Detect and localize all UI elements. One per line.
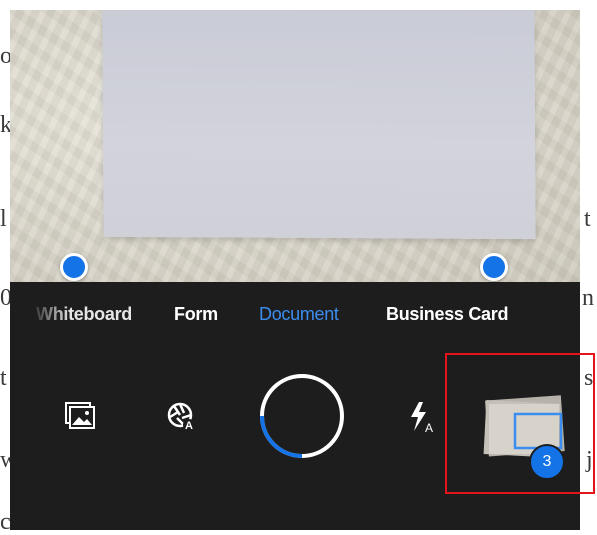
crop-handle-bottom-left[interactable]	[60, 253, 88, 281]
auto-label: A	[185, 420, 193, 432]
auto-capture-icon[interactable]: A	[165, 400, 197, 432]
camera-viewfinder	[10, 10, 580, 282]
flash-auto-icon[interactable]: A	[408, 400, 436, 434]
flash-auto-label: A	[425, 421, 433, 434]
detected-document	[102, 10, 536, 240]
mode-form[interactable]: Form	[174, 304, 218, 325]
image-gallery-icon[interactable]	[65, 402, 95, 430]
mode-business-card[interactable]: Business Card	[386, 304, 508, 325]
crop-handle-bottom-right[interactable]	[480, 253, 508, 281]
highlight-box	[445, 353, 595, 494]
background-text-fragment: l	[0, 206, 7, 232]
background-text-fragment: t	[0, 365, 7, 391]
mode-document[interactable]: Document	[259, 304, 339, 325]
shutter-button[interactable]	[258, 372, 346, 460]
background-text-fragment: t	[584, 206, 591, 232]
mode-whiteboard[interactable]: Whiteboard	[36, 304, 132, 325]
background-text-fragment: n	[582, 285, 594, 311]
capture-mode-selector: Whiteboard Form Document Business Card	[10, 304, 580, 330]
